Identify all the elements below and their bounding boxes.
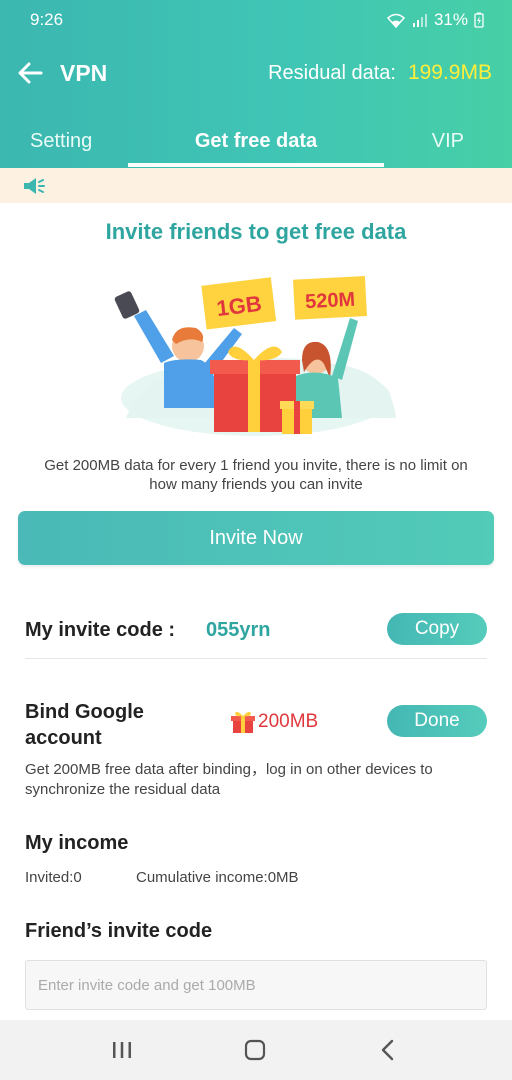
divider [25,658,487,659]
tab-bar: Setting Get free data VIP [0,118,512,168]
arrow-left-icon[interactable] [16,59,44,87]
cumulative-income: Cumulative income:0MB [136,869,299,886]
header: 9:26 31% VPN Residual data: 199.9MB Sett… [0,0,512,168]
title-row: VPN Residual data: 199.9MB [0,52,512,96]
bind-google-description: Get 200MB free data after binding，log in… [25,761,433,798]
signal-icon [412,14,427,27]
invite-code-label: My invite code : [25,619,176,641]
invited-count: Invited:0 [25,869,82,886]
wifi-icon [386,13,406,28]
bind-google-label: Bind Google account [25,701,144,749]
page-title: VPN [60,60,108,86]
income-title: My income [25,832,129,854]
done-button[interactable]: Done [387,705,487,737]
active-tab-indicator [128,163,384,167]
invite-now-button[interactable]: Invite Now [18,511,494,565]
copy-button[interactable]: Copy [387,613,487,645]
recent-apps-icon[interactable] [110,1038,134,1062]
invite-description: Get 200MB data for every 1 friend you in… [44,457,468,493]
invite-illustration: 1GB 520M [114,276,396,436]
home-icon[interactable] [243,1038,267,1062]
system-nav-bar [0,1020,512,1080]
notice-bar [0,168,512,203]
status-indicators: 31% [386,10,484,30]
bind-reward: 200MB [230,710,318,734]
gift-icon [231,711,255,733]
back-icon[interactable] [376,1038,400,1062]
friend-invite-code-title: Friend’s invite code [25,920,213,942]
invite-code-value: 055yrn [206,619,271,641]
sign-520m: 520M [305,289,356,314]
residual-label: Residual data: [268,62,396,84]
battery-percent: 31% [433,10,468,29]
residual-value: 199.9MB [407,61,492,84]
speaker-icon [24,178,45,194]
residual-data: Residual data: 199.9MB [268,61,492,85]
invite-heading: Invite friends to get free data [105,219,407,244]
status-time: 9:26 [30,10,64,29]
tab-vip[interactable]: VIP [432,130,464,153]
reward-amount: 200MB [258,711,319,732]
friend-invite-code-input[interactable] [25,960,487,1010]
status-bar: 9:26 31% [0,0,512,40]
battery-icon [474,12,484,28]
